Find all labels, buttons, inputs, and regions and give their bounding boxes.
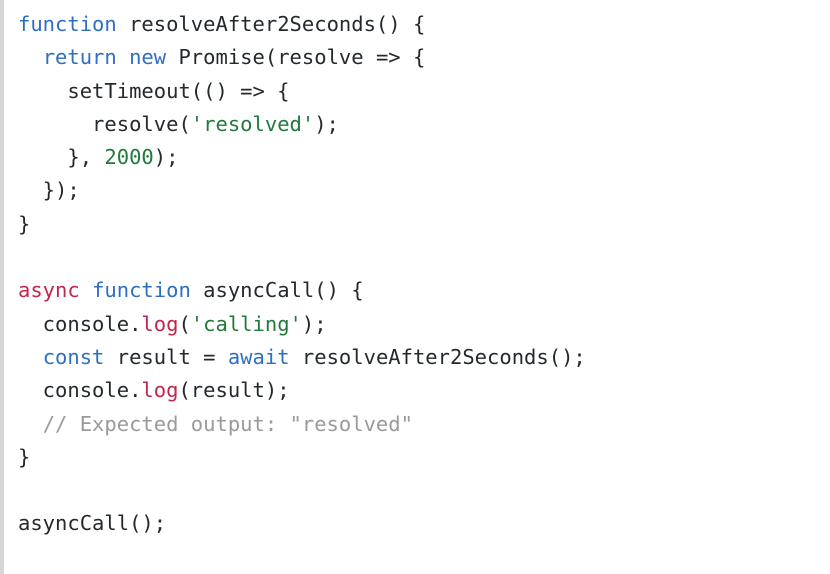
code-content[interactable]: function resolveAfter2Seconds() { return… [18, 8, 830, 541]
code-line: }, 2000); [18, 141, 830, 174]
code-line: }); [18, 174, 830, 207]
code-token-plain: } [18, 444, 31, 469]
code-token-plain: resolveAfter2Seconds(); [289, 344, 586, 369]
code-token-kw: await [227, 344, 290, 369]
code-token-plain: resolve( [18, 111, 191, 136]
code-line: } [18, 441, 830, 474]
code-token-method: log [141, 378, 179, 403]
code-token-kw: return [42, 45, 117, 70]
code-token-plain: ); [301, 311, 327, 336]
code-token-plain: ); [153, 145, 179, 170]
code-token-plain: ( [178, 311, 191, 336]
code-token-plain: console. [18, 311, 142, 336]
code-line: // Expected output: "resolved" [18, 408, 830, 441]
code-token-plain: ); [314, 111, 339, 136]
code-token-method: log [141, 311, 179, 336]
code-token-plain: result = [104, 344, 228, 369]
code-line: return new Promise(resolve => { [18, 41, 830, 74]
code-line: setTimeout(() => { [18, 75, 830, 108]
code-token-plain: console. [18, 378, 142, 403]
code-token-str: 'resolved' [190, 111, 315, 136]
code-line: async function asyncCall() { [18, 274, 830, 307]
code-line: asyncCall(); [18, 507, 830, 540]
code-token-str: 'calling' [190, 311, 302, 336]
code-token-kw: new [129, 45, 167, 70]
code-token-async: async [18, 278, 80, 303]
code-token-kw: function [92, 278, 191, 303]
code-line: console.log('calling'); [18, 308, 830, 341]
code-token-num: 2000 [104, 145, 154, 170]
code-block: function resolveAfter2Seconds() { return… [0, 0, 830, 574]
code-line: console.log(result); [18, 374, 830, 407]
code-token-plain: }, [18, 145, 105, 170]
code-token-kw: function [18, 12, 117, 36]
code-token-plain: }); [18, 178, 80, 203]
code-lines-container: function resolveAfter2Seconds() { return… [18, 8, 830, 541]
code-token-comment: // Expected output: "resolved" [42, 411, 413, 436]
code-line: const result = await resolveAfter2Second… [18, 341, 830, 374]
code-line: function resolveAfter2Seconds() { [18, 8, 830, 41]
code-token-kw: const [42, 344, 105, 369]
code-token-plain: asyncCall(); [18, 511, 167, 536]
code-line: } [18, 208, 830, 241]
code-token-plain: asyncCall() { [190, 278, 364, 303]
code-token-plain: (result); [178, 378, 290, 403]
code-token-plain: } [18, 211, 31, 236]
code-token-plain: Promise(resolve => { [166, 45, 426, 70]
code-token-plain: setTimeout(() => { [18, 78, 290, 103]
code-line: resolve('resolved'); [18, 108, 830, 141]
code-token-plain: resolveAfter2Seconds() { [116, 12, 426, 36]
